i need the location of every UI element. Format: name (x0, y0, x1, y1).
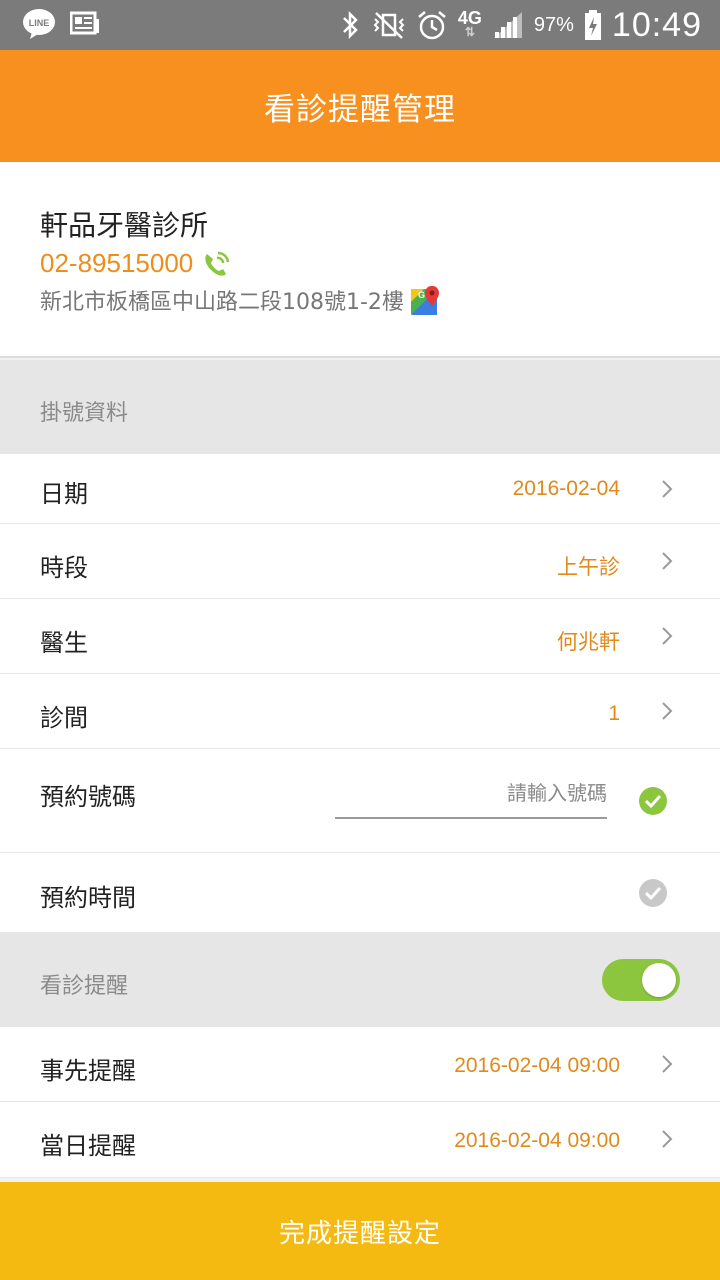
bluetooth-icon (340, 10, 362, 40)
room-row[interactable]: 診間 1 (0, 674, 720, 749)
toggle-knob (642, 963, 676, 997)
same-day-reminder-value: 2016-02-04 09:00 (454, 1129, 620, 1152)
clinic-name: 軒品牙醫診所 (40, 209, 209, 242)
page-title: 看診提醒管理 (264, 91, 456, 128)
news-icon (70, 11, 100, 37)
advance-reminder-value: 2016-02-04 09:00 (454, 1054, 620, 1077)
date-row[interactable]: 日期 2016-02-04 (0, 454, 720, 524)
check-confirm-icon[interactable] (639, 787, 667, 815)
check-disabled-icon[interactable] (639, 879, 667, 907)
phone-call-icon[interactable] (201, 250, 231, 278)
clinic-phone[interactable]: 02-89515000 (40, 248, 193, 279)
app-bar: 看診提醒管理 (0, 50, 720, 162)
appointment-number-label: 預約號碼 (40, 783, 136, 811)
advance-reminder-row[interactable]: 事先提醒 2016-02-04 09:00 (0, 1027, 720, 1102)
date-value: 2016-02-04 (512, 477, 620, 500)
doctor-label: 醫生 (40, 629, 88, 657)
date-label: 日期 (40, 480, 88, 508)
status-bar-notifications: LINE (22, 8, 100, 40)
doctor-row[interactable]: 醫生 何兆軒 (0, 599, 720, 674)
battery-percent: 97% (533, 13, 574, 36)
reminder-section-title: 看診提醒 (40, 974, 129, 999)
appointment-number-input[interactable] (335, 769, 607, 819)
appointment-time-label: 預約時間 (40, 884, 136, 912)
network-indicator: 4G ⇅ (457, 8, 482, 39)
alarm-icon (416, 9, 448, 41)
vibrate-icon (372, 10, 406, 40)
chevron-right-icon (656, 1053, 678, 1075)
data-arrows-icon: ⇅ (464, 25, 475, 39)
complete-reminder-label: 完成提醒設定 (278, 1217, 441, 1248)
clinic-address[interactable]: 新北市板橋區中山路二段108號1-2樓 (40, 284, 404, 316)
signal-icon (492, 10, 524, 40)
appointment-number-row: 預約號碼 (0, 749, 720, 853)
registration-section-title: 掛號資料 (40, 401, 129, 426)
session-value: 上午診 (557, 555, 620, 579)
chevron-right-icon (656, 550, 678, 572)
same-day-reminder-row[interactable]: 當日提醒 2016-02-04 09:00 (0, 1102, 720, 1178)
doctor-value: 何兆軒 (557, 630, 620, 654)
line-icon: LINE (22, 8, 56, 40)
google-maps-icon[interactable]: G (410, 284, 442, 316)
session-label: 時段 (40, 554, 88, 582)
room-value: 1 (608, 702, 620, 725)
chevron-right-icon (656, 625, 678, 647)
session-row[interactable]: 時段 上午診 (0, 524, 720, 599)
clock: 10:49 (611, 5, 702, 44)
clinic-address-row[interactable]: 新北市板橋區中山路二段108號1-2樓 G (40, 284, 442, 316)
reminder-section-header: 看診提醒 (0, 933, 720, 1027)
svg-text:G: G (418, 290, 425, 300)
status-bar-system: 4G ⇅ 97% 10:49 (340, 0, 702, 50)
reminder-toggle[interactable] (602, 959, 680, 1001)
registration-section-header: 掛號資料 (0, 360, 720, 454)
same-day-reminder-label: 當日提醒 (40, 1132, 136, 1160)
appointment-time-row[interactable]: 預約時間 (0, 853, 720, 933)
chevron-right-icon (656, 1128, 678, 1150)
status-bar: LINE 4G ⇅ 97% 10:49 (0, 0, 720, 50)
clinic-phone-row[interactable]: 02-89515000 (40, 248, 231, 279)
chevron-right-icon (656, 478, 678, 500)
svg-text:LINE: LINE (29, 18, 50, 28)
complete-reminder-button[interactable]: 完成提醒設定 (0, 1182, 720, 1280)
room-label: 診間 (40, 704, 88, 732)
battery-icon (584, 9, 602, 41)
chevron-right-icon (656, 700, 678, 722)
clinic-info-card: 軒品牙醫診所 02-89515000 新北市板橋區中山路二段108號1-2樓 G (0, 162, 720, 358)
network-label: 4G (457, 8, 482, 28)
advance-reminder-label: 事先提醒 (40, 1057, 136, 1085)
